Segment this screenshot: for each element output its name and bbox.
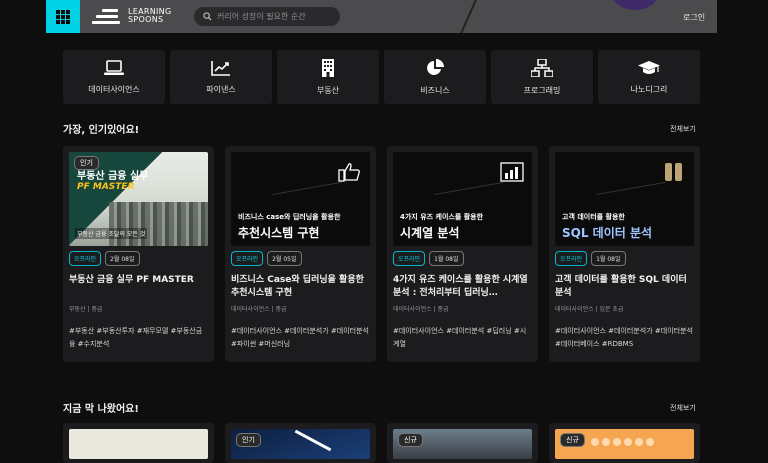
logo-spoon-icon bbox=[92, 8, 122, 24]
course-thumbnail: 신규 bbox=[555, 429, 694, 459]
database-icon bbox=[665, 163, 682, 181]
thumbnail-city-image bbox=[109, 202, 208, 246]
logo-line-2: SPOONS bbox=[128, 15, 164, 24]
category-business[interactable]: 비즈니스 bbox=[384, 50, 486, 104]
new-see-all-link[interactable]: 전체보기 bbox=[670, 403, 696, 413]
course-card[interactable]: 신규 bbox=[387, 423, 538, 463]
thumbnail-decoration bbox=[270, 171, 342, 195]
date-badge: 1월 08일 bbox=[591, 251, 626, 266]
date-badge: 1월 08일 bbox=[429, 251, 464, 266]
menu-button[interactable] bbox=[46, 0, 80, 33]
course-thumbnail: 인기 bbox=[231, 429, 370, 459]
course-badges: 오프라인 2월 08일 bbox=[69, 251, 208, 266]
category-label: 데이터사이언스 bbox=[88, 84, 140, 94]
course-meta: 데이터사이언스 | 입문 초급 bbox=[555, 306, 624, 313]
course-thumbnail: 인기 부동산 금융 실무 PF MASTER 부동산 금융 조달의 모든 것 bbox=[69, 152, 208, 246]
course-card[interactable]: 신규 bbox=[549, 423, 700, 463]
new-badge: 신규 bbox=[398, 433, 423, 447]
banner-decoration-circle bbox=[612, 0, 658, 10]
laptop-icon bbox=[104, 59, 124, 75]
course-title: 4가지 유즈 케이스를 활용한 시계열 분석 : 전처리부터 딥러닝… bbox=[393, 275, 528, 298]
course-thumbnail: 신규 bbox=[393, 429, 532, 459]
new-course-list: 인기 신규 신규 bbox=[63, 423, 700, 463]
graduation-cap-icon bbox=[638, 60, 660, 74]
top-navigation-bar: LEARNING SPOONS 로그인 bbox=[0, 0, 768, 33]
thumbnail-subheadline: 고객 데이터를 활용한 bbox=[562, 213, 625, 221]
popular-course-list: 인기 부동산 금융 실무 PF MASTER 부동산 금융 조달의 모든 것 오… bbox=[63, 146, 700, 362]
course-title: 비즈니스 Case와 딥러닝을 활용한 추천시스템 구현 bbox=[231, 275, 364, 298]
category-nanodegree[interactable]: 나노디그리 bbox=[598, 50, 700, 104]
thumbnail-caption: 부동산 금융 조달의 모든 것 bbox=[75, 228, 148, 239]
thumbnail-headline: SQL 데이터 분석 bbox=[562, 226, 653, 240]
banner-decoration bbox=[453, 0, 481, 33]
course-meta: 데이터사이언스 | 중급 bbox=[231, 306, 287, 313]
site-logo[interactable]: LEARNING SPOONS bbox=[92, 8, 171, 24]
pie-chart-icon bbox=[427, 58, 444, 75]
course-card[interactable]: 인기 부동산 금융 실무 PF MASTER 부동산 금융 조달의 모든 것 오… bbox=[63, 146, 214, 362]
course-meta: 데이터사이언스 | 중급 bbox=[393, 306, 449, 313]
mode-badge: 오프라인 bbox=[69, 251, 102, 266]
course-badges: 오프라인 2월 05일 bbox=[231, 251, 370, 266]
popular-see-all-link[interactable]: 전체보기 bbox=[670, 124, 696, 134]
category-label: 나노디그리 bbox=[630, 84, 668, 94]
thumbnail-headline: 부동산 금융 실무 bbox=[77, 171, 149, 182]
course-meta: 부동산 | 중급 bbox=[69, 306, 103, 313]
course-tags: #데이터사이언스 #데이터분석가 #데이터분석 #파이썬 #머신러닝 bbox=[231, 327, 369, 348]
thumbnail-decoration bbox=[294, 429, 332, 452]
thumbnail-subheadline: 비즈니스 case와 딥러닝을 활용한 bbox=[238, 213, 341, 221]
search-input[interactable] bbox=[217, 12, 332, 21]
course-title: 고객 데이터를 활용한 SQL 데이터 분석 bbox=[555, 275, 687, 298]
new-badge: 신규 bbox=[560, 433, 585, 447]
thumbnail-decoration bbox=[591, 438, 654, 446]
date-badge: 2월 08일 bbox=[105, 251, 140, 266]
course-badges: 오프라인 1월 08일 bbox=[555, 251, 694, 266]
thumbnail-subheadline: 4가지 유즈 케이스를 활용한 bbox=[400, 213, 484, 221]
category-label: 부동산 bbox=[316, 85, 340, 95]
course-badges: 오프라인 1월 08일 bbox=[393, 251, 532, 266]
thumbnail-headline: 추천시스템 구현 bbox=[238, 226, 320, 240]
grid-menu-icon bbox=[56, 9, 70, 24]
category-label: 파이낸스 bbox=[206, 84, 236, 94]
network-icon bbox=[531, 58, 553, 77]
course-tags: #부동산 #부동산투자 #재무모델 #부동산금융 #수지분석 bbox=[69, 327, 203, 348]
course-card[interactable]: 비즈니스 case와 딥러닝을 활용한 추천시스템 구현 오프라인 2월 05일… bbox=[225, 146, 376, 362]
thumbnail-decoration bbox=[594, 171, 666, 195]
course-thumbnail bbox=[69, 429, 208, 459]
login-link[interactable]: 로그인 bbox=[683, 12, 705, 23]
category-bar: 데이터사이언스 파이낸스 부동산 비즈니스 프로그래밍 나노디그리 bbox=[63, 50, 700, 104]
mode-badge: 오프라인 bbox=[555, 251, 588, 266]
thumbnail-decoration bbox=[432, 171, 504, 195]
date-badge: 2월 05일 bbox=[267, 251, 302, 266]
new-section-title: 지금 막 나왔어요! bbox=[63, 404, 139, 415]
course-thumbnail: 고객 데이터를 활용한 SQL 데이터 분석 bbox=[555, 152, 694, 246]
course-card[interactable]: 고객 데이터를 활용한 SQL 데이터 분석 오프라인 1월 08일 고객 데이… bbox=[549, 146, 700, 362]
category-data-science[interactable]: 데이터사이언스 bbox=[63, 50, 165, 104]
building-icon bbox=[322, 58, 334, 77]
course-thumbnail: 비즈니스 case와 딥러닝을 활용한 추천시스템 구현 bbox=[231, 152, 370, 246]
category-finance[interactable]: 파이낸스 bbox=[170, 50, 272, 104]
category-label: 프로그래밍 bbox=[523, 85, 561, 95]
mode-badge: 오프라인 bbox=[231, 251, 264, 266]
course-tags: #데이터사이언스 #데이터분석 #딥러닝 #시계열 bbox=[393, 327, 527, 348]
hot-badge: 인기 bbox=[236, 433, 261, 447]
category-programming[interactable]: 프로그래밍 bbox=[491, 50, 593, 104]
search-bar[interactable] bbox=[194, 7, 340, 26]
bar-chart-icon bbox=[500, 162, 524, 182]
thumbnail-headline: 시계열 분석 bbox=[400, 226, 460, 240]
category-label: 비즈니스 bbox=[420, 85, 450, 95]
course-card[interactable]: 인기 bbox=[225, 423, 376, 463]
thumbs-up-icon bbox=[338, 163, 360, 182]
logo-wordmark: LEARNING SPOONS bbox=[128, 8, 171, 24]
mode-badge: 오프라인 bbox=[393, 251, 426, 266]
popular-section-title: 가장, 인기있어요! bbox=[63, 125, 140, 136]
category-real-estate[interactable]: 부동산 bbox=[277, 50, 379, 104]
course-title: 부동산 금융 실무 PF MASTER bbox=[69, 275, 194, 285]
course-tags: #데이터사이언스 #데이터분석가 #데이터분석 #데이터베이스 #RDBMS bbox=[555, 327, 693, 348]
course-card[interactable]: 4가지 유즈 케이스를 활용한 시계열 분석 오프라인 1월 08일 4가지 유… bbox=[387, 146, 538, 362]
thumbnail-subheadline: PF MASTER bbox=[77, 182, 135, 192]
course-card[interactable] bbox=[63, 423, 214, 463]
search-icon bbox=[203, 12, 212, 21]
trend-chart-icon bbox=[211, 60, 230, 76]
course-thumbnail: 4가지 유즈 케이스를 활용한 시계열 분석 bbox=[393, 152, 532, 246]
